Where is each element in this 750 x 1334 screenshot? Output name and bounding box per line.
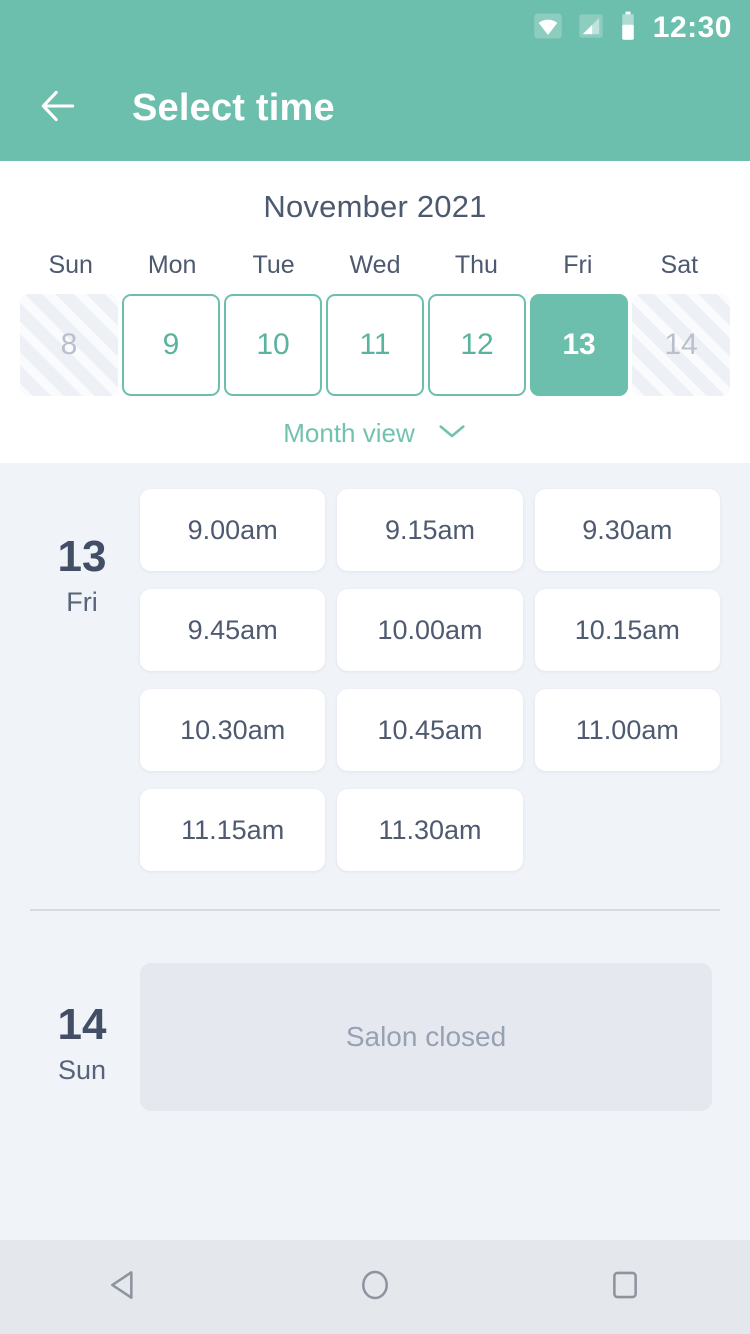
day-cell-9[interactable]: 9	[122, 294, 220, 396]
battery-icon	[619, 11, 637, 46]
weekday-header-tue: Tue	[252, 251, 295, 279]
nav-home-button[interactable]	[330, 1240, 420, 1334]
app-bar: Select time	[0, 56, 750, 161]
time-slot[interactable]: 9.00am	[140, 489, 326, 571]
status-clock: 12:30	[652, 11, 732, 44]
month-view-toggle[interactable]: Month view	[0, 418, 750, 449]
day-cell-14: 14	[632, 294, 730, 396]
calendar-month-title: November 2021	[263, 189, 487, 224]
schedule-day-13: 13 Fri 9.00am 9.15am 9.30am 9.45am 10.00…	[0, 463, 750, 871]
salon-closed-panel: Salon closed	[140, 963, 712, 1111]
time-slot-grid: 9.00am 9.15am 9.30am 9.45am 10.00am 10.1…	[134, 489, 720, 871]
app-screen: 12:30 Select time November 2021 Sun Mon …	[0, 0, 750, 1334]
schedule-day-14-weekday: Sun	[57, 1055, 107, 1085]
schedule-day-13-number: 13	[57, 532, 107, 581]
weekday-header-sun: Sun	[48, 251, 93, 279]
weekday-header-sat: Sat	[660, 251, 699, 279]
schedule-list: 13 Fri 9.00am 9.15am 9.30am 9.45am 10.00…	[0, 463, 750, 1240]
time-slot[interactable]: 11.15am	[140, 789, 326, 871]
schedule-day-13-weekday: Fri	[66, 587, 98, 617]
time-slot[interactable]: 10.30am	[140, 689, 326, 771]
status-bar: 12:30	[0, 0, 750, 56]
day-cell-11[interactable]: 11	[326, 294, 424, 396]
time-slot[interactable]: 11.30am	[337, 789, 523, 871]
chevron-down-icon	[437, 421, 467, 446]
day-cell-8: 8	[20, 294, 118, 396]
day-cell-12[interactable]: 12	[428, 294, 526, 396]
nav-recents-button[interactable]	[580, 1240, 670, 1334]
schedule-day-14: 14 Sun Salon closed	[0, 911, 750, 1111]
weekday-header-thu: Thu	[454, 251, 498, 279]
wifi-icon	[533, 11, 563, 46]
day-strip: 8 9 10 11 12 13 14	[0, 294, 750, 396]
time-slot[interactable]: 10.00am	[337, 589, 523, 671]
schedule-day-14-label: 14 Sun	[30, 963, 134, 1111]
time-slot[interactable]: 9.45am	[140, 589, 326, 671]
square-recents-icon	[608, 1268, 642, 1307]
weekday-header-wed: Wed	[349, 251, 401, 279]
android-nav-bar	[0, 1240, 750, 1334]
page-title: Select time	[132, 87, 335, 129]
back-button[interactable]	[32, 83, 84, 135]
weekday-header-mon: Mon	[147, 251, 197, 279]
arrow-left-icon	[36, 84, 80, 133]
nav-back-button[interactable]	[80, 1240, 170, 1334]
triangle-back-icon	[106, 1266, 144, 1309]
schedule-day-14-number: 14	[57, 1000, 107, 1049]
schedule-day-13-label: 13 Fri	[30, 489, 134, 871]
time-slot[interactable]: 10.45am	[337, 689, 523, 771]
cell-signal-icon	[577, 12, 605, 45]
time-slot[interactable]: 9.15am	[337, 489, 523, 571]
day-cell-10[interactable]: 10	[224, 294, 322, 396]
month-view-label: Month view	[283, 418, 415, 448]
weekday-header-fri: Fri	[563, 251, 593, 279]
time-slot[interactable]: 11.00am	[534, 689, 720, 771]
weekday-header-row: Sun Mon Tue Wed Thu Fri Sat	[0, 251, 750, 280]
calendar-panel: November 2021 Sun Mon Tue Wed Thu Fri Sa…	[0, 161, 750, 463]
time-slot[interactable]: 9.30am	[534, 489, 720, 571]
circle-home-icon	[356, 1266, 394, 1309]
time-slot[interactable]: 10.15am	[534, 589, 720, 671]
day-cell-13[interactable]: 13	[530, 294, 628, 396]
status-icon-group	[533, 11, 637, 46]
